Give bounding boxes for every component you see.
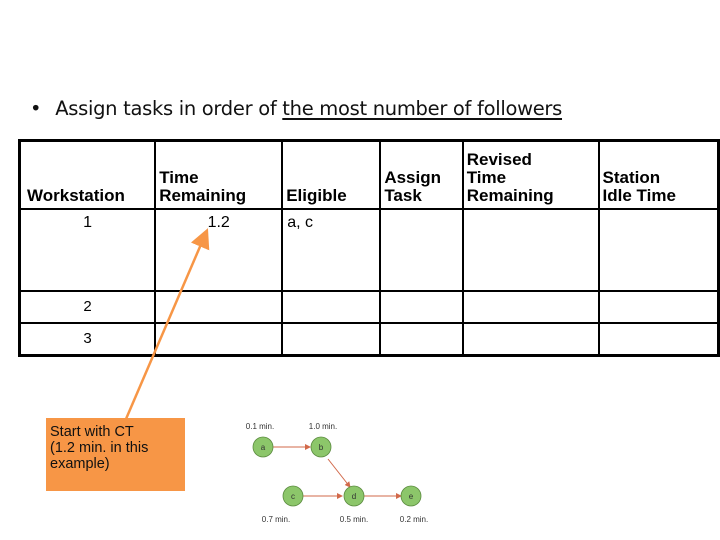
- callout-line: Start with CT: [50, 424, 134, 440]
- node-a-label: a: [261, 443, 266, 452]
- instruction-bullet: • Assign tasks in order of the most numbe…: [30, 97, 562, 120]
- cell-workstation: 3: [18, 322, 157, 357]
- node-c-time: 0.7 min.: [262, 515, 290, 524]
- edge-b-d: [327, 458, 351, 488]
- cell-idle-time: [597, 322, 720, 357]
- header-revised-time-remaining: Revised Time Remaining: [461, 139, 600, 210]
- node-a-time: 0.1 min.: [246, 422, 274, 431]
- cell-eligible: [281, 322, 382, 357]
- cell-assign-task: [379, 322, 464, 357]
- cell-workstation: 2: [18, 290, 157, 324]
- cell-revised-time: [461, 208, 600, 292]
- instruction-text: Assign tasks in order of: [55, 97, 283, 120]
- cell-revised-time: [461, 290, 600, 324]
- callout-box: Start with CT (1.2 min. in this example): [46, 418, 185, 491]
- node-e-time: 0.2 min.: [400, 515, 428, 524]
- node-e-label: e: [409, 492, 414, 501]
- cell-idle-time: [597, 208, 720, 292]
- table-row: 3: [18, 322, 720, 357]
- cell-workstation: 1: [18, 208, 157, 292]
- cell-time-remaining: [154, 290, 284, 324]
- header-assign-task: Assign Task: [379, 139, 464, 210]
- cell-eligible: [281, 290, 382, 324]
- node-d-time: 0.5 min.: [340, 515, 368, 524]
- header-time-remaining: Time Remaining: [154, 139, 284, 210]
- node-d-label: d: [352, 492, 356, 501]
- node-c-label: c: [291, 492, 295, 501]
- callout-line: example): [50, 456, 110, 472]
- table-row: 1 1.2 a, c: [18, 208, 720, 292]
- instruction-emphasis: the most number of followers: [282, 97, 563, 120]
- precedence-diagram: a b c d e 0.1 min. 1.0 min. 0.7 min. 0.5…: [246, 422, 428, 524]
- cell-idle-time: [597, 290, 720, 324]
- line-balancing-table: Workstation Time Remaining Eligible Assig…: [18, 139, 720, 357]
- node-b-label: b: [319, 443, 324, 452]
- header-eligible: Eligible: [281, 139, 382, 210]
- table-row: 2: [18, 290, 720, 324]
- node-b-time: 1.0 min.: [309, 422, 337, 431]
- cell-time-remaining: [154, 322, 284, 357]
- callout-line: (1.2 min. in this: [50, 440, 149, 456]
- cell-eligible: a, c: [281, 208, 382, 292]
- bullet-icon: •: [30, 97, 42, 120]
- header-station-idle-time: Station Idle Time: [597, 139, 720, 210]
- cell-assign-task: [379, 290, 464, 324]
- header-workstation: Workstation: [18, 139, 157, 210]
- table-header-row: Workstation Time Remaining Eligible Assig…: [18, 139, 720, 210]
- cell-revised-time: [461, 322, 600, 357]
- cell-time-remaining: 1.2: [154, 208, 284, 292]
- cell-assign-task: [379, 208, 464, 292]
